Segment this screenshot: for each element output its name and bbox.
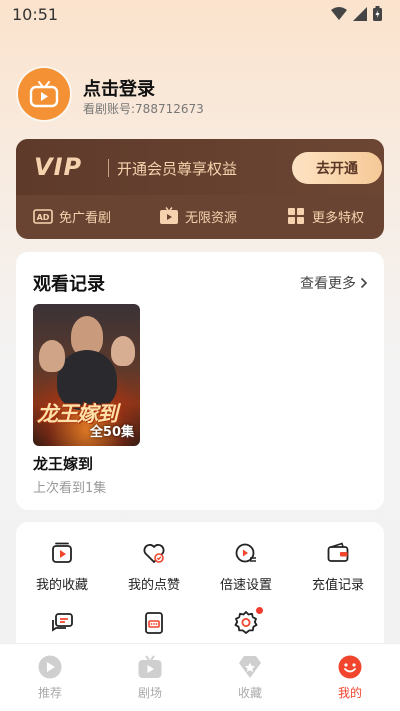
nav-profile[interactable]: 我的 <box>300 654 400 701</box>
poster-figure <box>111 336 135 366</box>
nav-collect[interactable]: 收藏 <box>200 654 300 701</box>
tv-icon <box>29 81 59 108</box>
vip-card[interactable]: VIP 开通会员尊享权益 去开通 AD 免广看剧 无限资源 更多特权 <box>16 139 384 239</box>
function-label: 我的收藏 <box>35 578 88 593</box>
function-label: 我的点赞 <box>127 578 180 593</box>
vip-logo: VIP <box>34 153 83 181</box>
wallet-icon <box>325 540 351 566</box>
speed-icon <box>233 540 259 566</box>
collect-icon <box>239 656 261 678</box>
status-bar: 10:51 <box>0 0 400 28</box>
recommend-icon <box>38 655 62 679</box>
settings-icon <box>233 607 263 636</box>
status-icons <box>331 6 382 21</box>
speed-settings-button[interactable]: 倍速设置 <box>200 540 292 593</box>
chevron-right-icon <box>360 277 368 289</box>
episode-count: 全50集 <box>89 425 134 440</box>
signal-icon <box>353 6 367 21</box>
account-id: 看剧账号:788712673 <box>83 102 204 116</box>
profile-icon <box>338 655 362 679</box>
vip-feature-more[interactable]: 更多特权 <box>286 206 364 226</box>
nav-recommend[interactable]: 推荐 <box>0 654 100 701</box>
nav-label: 收藏 <box>237 686 262 700</box>
vip-feature-unlimited[interactable]: 无限资源 <box>159 206 237 226</box>
recharge-history-button[interactable]: 充值记录 <box>292 540 384 593</box>
function-label: 充值记录 <box>311 578 364 593</box>
my-likes-button[interactable]: 我的点赞 <box>108 540 200 593</box>
vip-feature-label: 免广看剧 <box>59 210 112 226</box>
watch-progress: 上次看到1集 <box>33 481 107 496</box>
watch-history-title: 观看记录 <box>33 274 105 295</box>
functions-card: 我的收藏 我的点赞 倍速设置 充值记录 <box>16 522 384 662</box>
nav-label: 推荐 <box>37 686 62 700</box>
nav-theater[interactable]: 剧场 <box>100 654 200 701</box>
avatar[interactable] <box>18 68 70 120</box>
settings-button[interactable] <box>200 607 292 636</box>
view-more-label: 查看更多 <box>300 276 356 292</box>
messages-button[interactable] <box>16 610 108 636</box>
feedback-icon <box>141 610 167 636</box>
theater-icon <box>138 655 162 678</box>
message-icon <box>49 610 75 636</box>
drama-title[interactable]: 龙王嫁到 <box>33 453 93 474</box>
likes-icon <box>141 540 167 566</box>
nav-label: 我的 <box>337 686 362 700</box>
watch-history-card: 观看记录 查看更多 龙王嫁到 全50集 龙王嫁到 上次看到1集 <box>16 252 384 510</box>
play-icon <box>159 206 179 226</box>
login-title[interactable]: 点击登录 <box>83 75 155 101</box>
ad-icon: AD <box>33 206 53 226</box>
vip-feature-label: 无限资源 <box>185 210 238 226</box>
battery-icon <box>373 6 382 21</box>
feedback-button[interactable] <box>108 610 200 636</box>
notification-dot <box>256 607 263 614</box>
status-time: 10:51 <box>12 5 59 24</box>
grid-icon <box>286 206 306 226</box>
view-more-link[interactable]: 查看更多 <box>300 273 368 293</box>
function-label: 倍速设置 <box>219 578 272 593</box>
vip-feature-label: 更多特权 <box>312 210 365 226</box>
nav-label: 剧场 <box>137 686 162 700</box>
vip-slogan: 开通会员尊享权益 <box>117 160 238 178</box>
favorites-icon <box>49 540 75 566</box>
bottom-nav: 推荐 剧场 收藏 我的 <box>0 643 400 711</box>
svg-text:AD: AD <box>37 213 50 222</box>
wifi-icon <box>331 6 347 20</box>
poster-figure <box>39 340 65 372</box>
vip-feature-no-ads[interactable]: AD 免广看剧 <box>33 206 111 226</box>
vip-divider <box>108 159 109 177</box>
my-favorites-button[interactable]: 我的收藏 <box>16 540 108 593</box>
open-vip-button[interactable]: 去开通 <box>292 152 382 184</box>
drama-poster[interactable]: 龙王嫁到 全50集 <box>33 304 140 446</box>
